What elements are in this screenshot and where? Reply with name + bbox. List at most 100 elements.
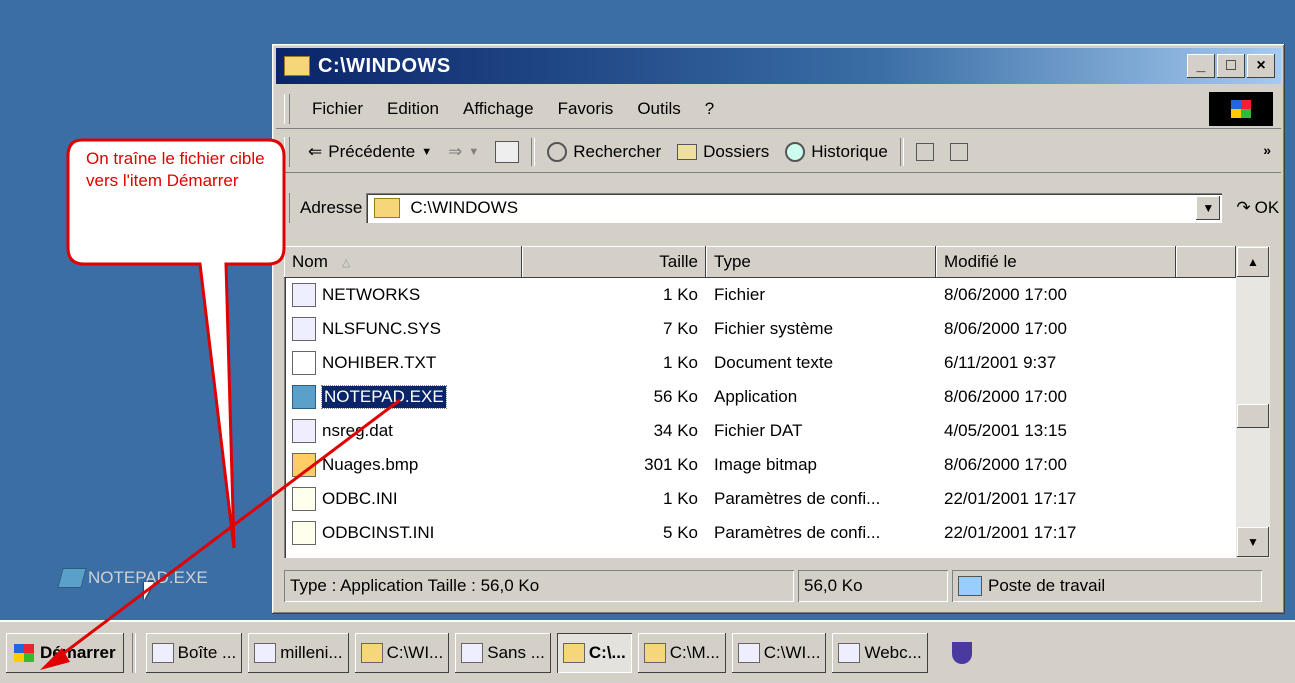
address-input[interactable]: C:\WINDOWS ▼ — [366, 193, 1223, 223]
menu-edition[interactable]: Edition — [375, 99, 451, 119]
arrow-down-icon: ▼ — [1247, 535, 1259, 549]
search-label: Rechercher — [573, 142, 662, 161]
notepad-icon — [57, 568, 87, 588]
column-type[interactable]: Type — [706, 246, 936, 278]
go-label: OK — [1254, 198, 1280, 217]
callout-bubble — [66, 138, 286, 549]
start-button[interactable]: Démarrer — [6, 633, 124, 673]
file-name: NOTEPAD.EXE — [321, 385, 447, 409]
search-icon — [547, 142, 568, 162]
scroll-down-button[interactable]: ▼ — [1237, 527, 1269, 557]
file-type: Fichier système — [714, 319, 834, 338]
file-size: 34 Ko — [653, 421, 698, 440]
computer-icon — [958, 576, 982, 596]
clock-icon — [151, 642, 174, 663]
taskbar-item[interactable]: C:\M... — [638, 633, 726, 673]
taskbar-item-label: C:\M... — [669, 642, 720, 662]
taskbar-item[interactable]: C:\WI... — [355, 633, 450, 673]
table-row[interactable]: Nuages.bmp 301 Ko Image bitmap 8/06/2000… — [284, 448, 1270, 482]
toolbar-overflow-icon[interactable]: » — [1263, 142, 1271, 158]
menu-bar: Fichier Edition Affichage Favoris Outils… — [276, 90, 1281, 129]
file-type: Application — [714, 387, 798, 406]
menu-help[interactable]: ? — [693, 99, 726, 119]
status-size: 56,0 Ko — [798, 570, 948, 602]
taskbar-item[interactable]: Webc... — [832, 633, 927, 673]
file-size: 56 Ko — [653, 387, 698, 406]
notepad-icon — [292, 385, 316, 409]
word-icon — [254, 642, 277, 663]
file-name: nsreg.dat — [322, 421, 393, 440]
file-modified: 22/01/2001 17:17 — [944, 523, 1077, 542]
file-list: Nom △ Taille Type Modifié le NETWORKS 1 K… — [284, 246, 1270, 558]
taskbar-item-label: C:\WI... — [763, 642, 821, 662]
menu-fichier[interactable]: Fichier — [300, 99, 375, 119]
taskbar-item[interactable]: Sans ... — [455, 633, 551, 673]
go-button[interactable]: ↷ OK — [1236, 198, 1279, 218]
table-row[interactable]: ODBCINST.INI 5 Ko Paramètres de confi...… — [284, 516, 1270, 550]
scroll-thumb[interactable] — [1237, 404, 1269, 428]
menu-outils[interactable]: Outils — [625, 99, 692, 119]
taskbar-item-label: C:\WI... — [386, 642, 444, 662]
forward-button[interactable]: ⇒ ▼ — [440, 142, 487, 162]
explorer-window: C:\WINDOWS _ □ × Fichier Edition Afficha… — [272, 44, 1285, 614]
column-modified[interactable]: Modifié le — [936, 246, 1176, 278]
taskbar-item[interactable]: Boîte ... — [146, 633, 243, 673]
back-arrow-icon: ⇐ — [308, 142, 323, 161]
window-title: C:\WINDOWS — [318, 54, 451, 77]
chevron-down-icon: ▼ — [468, 146, 480, 158]
title-bar[interactable]: C:\WINDOWS _ □ × — [276, 48, 1281, 84]
close-button[interactable]: × — [1247, 54, 1275, 78]
table-row[interactable]: NLSFUNC.SYS 7 Ko Fichier système 8/06/20… — [284, 312, 1270, 346]
search-button[interactable]: Rechercher — [539, 142, 669, 162]
file-modified: 8/06/2000 17:00 — [944, 455, 1067, 474]
move-to-button[interactable] — [908, 143, 942, 161]
status-zone: Poste de travail — [952, 570, 1262, 602]
toolbar-grip[interactable] — [284, 137, 290, 167]
taskbar-item-active[interactable]: C:\... — [556, 632, 632, 673]
copy-to-button[interactable] — [942, 143, 976, 161]
desktop-icon-notepad[interactable]: NOTEPAD.EXE — [57, 568, 208, 600]
taskbar-item-label: Sans ... — [487, 642, 545, 662]
table-row[interactable]: NOHIBER.TXT 1 Ko Document texte 6/11/200… — [284, 346, 1270, 380]
folders-button[interactable]: Dossiers — [669, 142, 777, 162]
column-size[interactable]: Taille — [522, 246, 706, 278]
vertical-scrollbar[interactable]: ▲ ▼ — [1236, 246, 1270, 558]
file-modified: 8/06/2000 17:00 — [944, 387, 1067, 406]
windows-logo-icon — [1209, 92, 1273, 126]
address-grip[interactable] — [284, 193, 290, 223]
file-name: NETWORKS — [322, 285, 421, 304]
minimize-button[interactable]: _ — [1187, 54, 1215, 78]
scroll-up-button[interactable]: ▲ — [1237, 247, 1269, 277]
file-type: Fichier DAT — [714, 421, 803, 440]
back-button[interactable]: ⇐ Précédente ▼ — [300, 142, 440, 162]
file-modified: 22/01/2001 17:17 — [944, 489, 1077, 508]
table-row[interactable]: nsreg.dat 34 Ko Fichier DAT 4/05/2001 13… — [284, 414, 1270, 448]
folder-icon — [643, 642, 666, 663]
sort-up-icon: △ — [341, 256, 351, 269]
address-dropdown-button[interactable]: ▼ — [1196, 196, 1221, 220]
shield-icon[interactable] — [951, 641, 972, 664]
toolbar: ⇐ Précédente ▼ ⇒ ▼ Rechercher Dossiers H… — [276, 132, 1281, 173]
file-name: NLSFUNC.SYS — [322, 319, 442, 338]
file-modified: 8/06/2000 17:00 — [944, 319, 1067, 338]
table-row-selected[interactable]: NOTEPAD.EXE 56 Ko Application 8/06/2000 … — [284, 380, 1270, 414]
toolbar-separator — [899, 138, 904, 166]
folder-icon — [562, 642, 585, 663]
system-file-icon — [292, 419, 316, 443]
menu-affichage[interactable]: Affichage — [451, 99, 546, 119]
taskbar-item[interactable]: C:\WI... — [732, 633, 827, 673]
go-arrow-icon: ↷ — [1236, 198, 1251, 217]
history-button[interactable]: Historique — [777, 142, 896, 162]
file-type: Paramètres de confi... — [714, 523, 881, 542]
table-row[interactable]: ODBC.INI 1 Ko Paramètres de confi... 22/… — [284, 482, 1270, 516]
menu-favoris[interactable]: Favoris — [546, 99, 626, 119]
file-type: Document texte — [714, 353, 834, 372]
maximize-button[interactable]: □ — [1217, 54, 1245, 78]
table-row[interactable]: NETWORKS 1 Ko Fichier 8/06/2000 17:00 — [284, 278, 1270, 312]
menu-grip[interactable] — [284, 94, 290, 124]
file-type: Paramètres de confi... — [714, 489, 881, 508]
address-bar: Adresse C:\WINDOWS ▼ ↷ OK — [276, 188, 1281, 228]
taskbar-item[interactable]: milleni... — [248, 633, 348, 673]
column-name[interactable]: Nom △ — [284, 246, 522, 278]
up-folder-button[interactable] — [487, 141, 527, 163]
